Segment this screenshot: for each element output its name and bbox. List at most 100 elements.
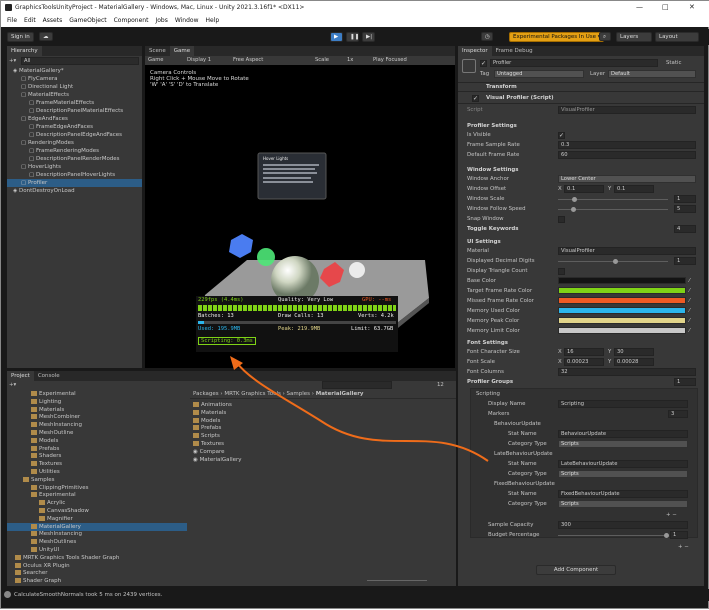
budget-percentage-input[interactable]: 1	[670, 531, 688, 539]
add-component-button[interactable]: Add Component	[536, 565, 616, 575]
hierarchy-item[interactable]: ▢ MaterialEffects	[7, 91, 142, 99]
font-character-size-x-input[interactable]: 16	[564, 348, 604, 356]
breadcrumb-mrtk[interactable]: MRTK Graphics Tools	[224, 391, 280, 397]
tab-hierarchy[interactable]: Hierarchy	[7, 46, 42, 56]
breadcrumb-packages[interactable]: Packages	[193, 391, 219, 397]
triangle-count-checkbox[interactable]	[558, 268, 565, 275]
markers-count[interactable]: 3	[668, 410, 688, 418]
play-focused-dropdown[interactable]: Play Focused	[373, 56, 407, 65]
window-offset-x-input[interactable]: 0.1	[564, 185, 604, 193]
hierarchy-item[interactable]: ▢ DescriptionPanelMaterialEffects	[7, 107, 142, 115]
search-icon[interactable]: ⌕	[599, 32, 611, 41]
window-follow-speed-slider-handle[interactable]	[571, 207, 577, 212]
project-folder-item[interactable]: MeshOutline	[7, 429, 187, 437]
snap-window-checkbox[interactable]	[558, 216, 565, 223]
project-file-item[interactable]: ◉ MaterialGallery	[193, 456, 242, 464]
hierarchy-item[interactable]: ▢ Directional Light	[7, 83, 142, 91]
project-folder-item[interactable]: Experimental	[7, 491, 187, 499]
menu-jobs[interactable]: Jobs	[155, 17, 167, 24]
name-field[interactable]: Profiler	[490, 59, 658, 67]
color-swatch[interactable]	[558, 307, 686, 314]
pause-button[interactable]: ❚❚	[346, 32, 359, 42]
window-scale-slider-handle[interactable]	[572, 197, 578, 202]
project-file-item[interactable]: Materials	[193, 409, 226, 417]
project-folder-item[interactable]: UnityUI	[7, 546, 187, 554]
eyedropper-icon[interactable]: ⁄	[689, 327, 690, 335]
eyedropper-icon[interactable]: ⁄	[689, 307, 690, 315]
project-folder-item[interactable]: Shader Graph	[7, 577, 187, 585]
project-file-item[interactable]: Scripts	[193, 432, 220, 440]
eyedropper-icon[interactable]: ⁄	[689, 287, 690, 295]
project-folder-item[interactable]: Lighting	[7, 398, 187, 406]
hierarchy-item[interactable]: ▢ FrameMaterialEffects	[7, 99, 142, 107]
visual-profiler-header[interactable]: ✓ Visual Profiler (Script)	[458, 94, 704, 104]
color-swatch[interactable]	[558, 277, 686, 284]
markers-foldout[interactable]: Markers	[488, 410, 509, 418]
profiler-groups-foldout[interactable]: Profiler Groups	[467, 378, 513, 386]
sign-in-button[interactable]: Sign in	[7, 32, 34, 42]
marker-foldout[interactable]: LateBehaviourUpdate	[494, 450, 553, 458]
hierarchy-item[interactable]: ▢ FrameEdgeAndFaces	[7, 123, 142, 131]
project-folder-item[interactable]: Samples	[7, 476, 187, 484]
project-folder-item[interactable]: Experimental	[7, 390, 187, 398]
project-folder-item[interactable]: MeshInstancing	[7, 530, 187, 538]
project-file-item[interactable]: Models	[193, 417, 220, 425]
window-follow-speed-input[interactable]: 5	[674, 205, 696, 213]
decimal-digits-input[interactable]: 1	[674, 257, 696, 265]
add-group-button[interactable]: + −	[678, 543, 689, 551]
play-button[interactable]: ▶	[330, 32, 343, 42]
hierarchy-scene-row[interactable]: ◈ MaterialGallery*	[7, 67, 142, 75]
budget-percentage-slider[interactable]	[558, 535, 666, 536]
menu-file[interactable]: File	[7, 17, 17, 24]
window-offset-y-input[interactable]: 0.1	[614, 185, 654, 193]
tag-dropdown[interactable]: Untagged	[494, 70, 584, 78]
project-folder-item[interactable]: Searcher	[7, 569, 187, 577]
project-folder-item[interactable]: Magnifier	[7, 515, 187, 523]
project-file-item[interactable]: ◉ Compare	[193, 448, 225, 456]
toggle-keywords-foldout[interactable]: Toggle Keywords	[467, 225, 518, 233]
menu-gameobject[interactable]: GameObject	[69, 17, 106, 24]
breadcrumb-materialgallery[interactable]: MaterialGallery	[316, 391, 364, 397]
project-folder-item[interactable]: Acrylic	[7, 499, 187, 507]
color-swatch[interactable]	[558, 297, 686, 304]
active-checkbox[interactable]: ✓	[480, 60, 487, 67]
color-swatch[interactable]	[558, 317, 686, 324]
category-type-dropdown[interactable]: Scripts	[558, 440, 688, 448]
window-anchor-dropdown[interactable]: Lower Center	[558, 175, 696, 183]
scripting-group-foldout[interactable]: Scripting	[476, 390, 500, 398]
marker-foldout[interactable]: BehaviourUpdate	[494, 420, 541, 428]
hierarchy-item[interactable]: ▢ HoverLights	[7, 163, 142, 171]
project-folder-item[interactable]: ClippingPrimitives	[7, 484, 187, 492]
eyedropper-icon[interactable]: ⁄	[689, 277, 690, 285]
display-name-input[interactable]: Scripting	[558, 400, 688, 408]
hierarchy-item[interactable]: ▢ FlyCamera	[7, 75, 142, 83]
hierarchy-item[interactable]: ▢ DescriptionPanelRenderModes	[7, 155, 142, 163]
transform-header[interactable]: Transform	[458, 82, 704, 92]
font-scale-x-input[interactable]: 0.00023	[564, 358, 604, 366]
tab-inspector[interactable]: Inspector	[458, 46, 492, 56]
category-type-dropdown[interactable]: Scripts	[558, 500, 688, 508]
hierarchy-search-input[interactable]: All	[21, 57, 139, 65]
step-button[interactable]: ▶|	[362, 32, 375, 42]
sample-capacity-input[interactable]: 300	[558, 521, 688, 529]
history-icon[interactable]: ◷	[481, 32, 493, 41]
hierarchy-item[interactable]: ▢ DescriptionPanelEdgeAndFaces	[7, 131, 142, 139]
tab-game[interactable]: Game	[169, 46, 195, 56]
eyedropper-icon[interactable]: ⁄	[689, 317, 690, 325]
project-folder-item[interactable]: Materials	[7, 406, 187, 414]
project-folder-item[interactable]: MRTK Graphics Tools Shader Graph	[7, 554, 187, 562]
project-folder-item[interactable]: Prefabs	[7, 445, 187, 453]
icon-size-slider[interactable]	[367, 580, 427, 581]
tab-scene[interactable]: Scene	[145, 46, 170, 56]
experimental-packages-dropdown[interactable]: Experimental Packages In Use ▾	[509, 32, 605, 42]
status-message[interactable]: CalculateSmoothNormals took 5 ms on 2439…	[14, 591, 162, 599]
menu-assets[interactable]: Assets	[43, 17, 63, 24]
menu-help[interactable]: Help	[206, 17, 220, 24]
tab-frame-debug[interactable]: Frame Debug	[491, 46, 537, 56]
project-folder-item[interactable]: MaterialGallery	[7, 522, 187, 531]
hierarchy-item[interactable]: ▢ Profiler	[7, 179, 142, 187]
project-folder-item[interactable]: Utilities	[7, 468, 187, 476]
category-type-dropdown[interactable]: Scripts	[558, 470, 688, 478]
hierarchy-scene-row[interactable]: ◈ DontDestroyOnLoad	[7, 187, 142, 195]
eyedropper-icon[interactable]: ⁄	[689, 297, 690, 305]
